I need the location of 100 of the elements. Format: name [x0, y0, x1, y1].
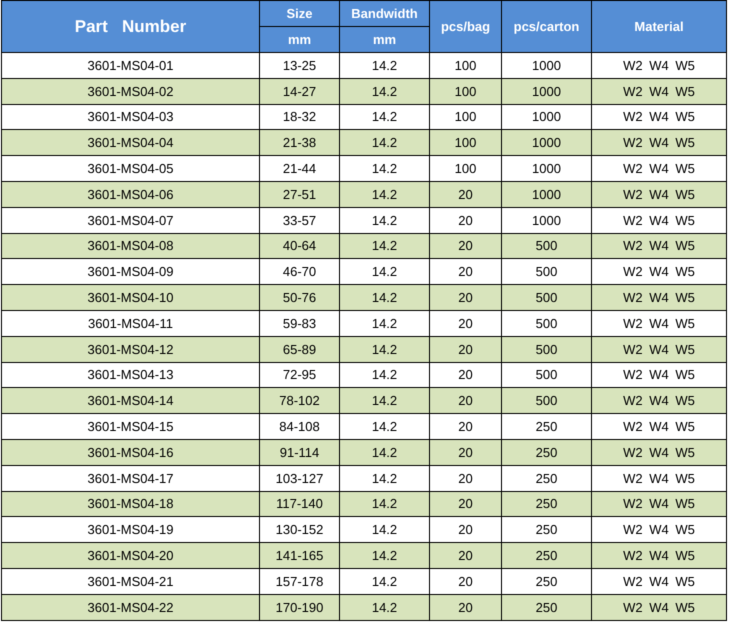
table-cell: 3601-MS04-01: [2, 52, 260, 78]
table-cell: 250: [502, 542, 592, 568]
table-cell: 500: [502, 284, 592, 310]
table-cell: 3601-MS04-10: [2, 284, 260, 310]
table-cell: 250: [502, 414, 592, 440]
table-cell: 3601-MS04-03: [2, 104, 260, 130]
table-cell: W2 W4 W5: [592, 542, 726, 568]
table-cell: 3601-MS04-09: [2, 258, 260, 285]
table-cell: 3601-MS04-08: [2, 233, 260, 259]
table-cell: 1000: [502, 207, 592, 234]
table-cell: 3601-MS04-02: [2, 78, 260, 104]
table-cell: W2 W4 W5: [592, 491, 726, 517]
table-cell: 50-76: [260, 284, 340, 310]
table-cell: 14.2: [340, 465, 430, 492]
table-cell: 20: [430, 439, 502, 466]
table-cell: 3601-MS04-22: [2, 594, 260, 620]
table-cell: 14.2: [340, 594, 430, 620]
table-cell: 14.2: [340, 207, 430, 234]
table-cell: 14.2: [340, 568, 430, 594]
table-cell: 1000: [502, 104, 592, 130]
column-header: Bandwidth: [340, 0, 430, 26]
table-cell: 59-83: [260, 310, 340, 336]
table-cell: 20: [430, 568, 502, 594]
table-cell: 20: [430, 336, 502, 362]
column-header: Material: [592, 0, 726, 52]
table-cell: 14.2: [340, 78, 430, 104]
table-cell: 18-32: [260, 104, 340, 130]
table-cell: 1000: [502, 181, 592, 208]
table-cell: 103-127: [260, 465, 340, 492]
table-cell: 20: [430, 491, 502, 517]
table-cell: 20: [430, 542, 502, 568]
table-cell: W2 W4 W5: [592, 362, 726, 388]
table-cell: 65-89: [260, 336, 340, 362]
table-cell: W2 W4 W5: [592, 465, 726, 492]
column-header: pcs/bag: [430, 0, 502, 52]
table-cell: 3601-MS04-11: [2, 310, 260, 336]
table-cell: 500: [502, 233, 592, 259]
table-cell: 250: [502, 594, 592, 620]
table-cell: 500: [502, 388, 592, 414]
table-cell: 14.2: [340, 542, 430, 568]
table-cell: 78-102: [260, 388, 340, 414]
table-cell: 3601-MS04-20: [2, 542, 260, 568]
table-cell: 157-178: [260, 568, 340, 594]
table-cell: 14.2: [340, 156, 430, 182]
table-cell: 21-38: [260, 130, 340, 156]
table-cell: W2 W4 W5: [592, 52, 726, 78]
table-cell: 3601-MS04-06: [2, 181, 260, 208]
table-cell: W2 W4 W5: [592, 310, 726, 336]
column-header: Size: [260, 0, 340, 26]
table-cell: 14.2: [340, 258, 430, 285]
table-cell: W2 W4 W5: [592, 104, 726, 130]
table-cell: 3601-MS04-19: [2, 516, 260, 543]
table-cell: 20: [430, 207, 502, 234]
table-cell: 1000: [502, 52, 592, 78]
table-cell: 100: [430, 78, 502, 104]
table-cell: 14.2: [340, 362, 430, 388]
table-cell: 3601-MS04-05: [2, 156, 260, 182]
table-cell: W2 W4 W5: [592, 156, 726, 182]
table-cell: 14.2: [340, 181, 430, 208]
table-cell: 3601-MS04-15: [2, 414, 260, 440]
table-cell: 250: [502, 516, 592, 543]
column-header: pcs/carton: [502, 0, 592, 52]
table-cell: 20: [430, 258, 502, 285]
table-cell: 27-51: [260, 181, 340, 208]
table-cell: 14.2: [340, 104, 430, 130]
table-cell: W2 W4 W5: [592, 516, 726, 543]
table-cell: 14.2: [340, 414, 430, 440]
table-cell: 20: [430, 310, 502, 336]
table-cell: 500: [502, 336, 592, 362]
table-cell: 20: [430, 181, 502, 208]
table-cell: 100: [430, 52, 502, 78]
table-cell: 91-114: [260, 439, 340, 466]
table-cell: 1000: [502, 78, 592, 104]
table-cell: 117-140: [260, 491, 340, 517]
table-cell: 3601-MS04-16: [2, 439, 260, 466]
table-cell: W2 W4 W5: [592, 336, 726, 362]
table-cell: 250: [502, 568, 592, 594]
table-cell: 250: [502, 439, 592, 466]
table-cell: 14.2: [340, 52, 430, 78]
table-cell: 14-27: [260, 78, 340, 104]
table-cell: 20: [430, 284, 502, 310]
table-cell: 3601-MS04-04: [2, 130, 260, 156]
table-cell: 250: [502, 491, 592, 517]
table-cell: W2 W4 W5: [592, 594, 726, 620]
table-cell: 1000: [502, 130, 592, 156]
table-cell: W2 W4 W5: [592, 258, 726, 285]
table-cell: 46-70: [260, 258, 340, 285]
table-cell: 14.2: [340, 336, 430, 362]
table-cell: W2 W4 W5: [592, 388, 726, 414]
table-cell: 3601-MS04-07: [2, 207, 260, 234]
table-cell: 130-152: [260, 516, 340, 543]
table-cell: 20: [430, 465, 502, 492]
table-cell: 1000: [502, 156, 592, 182]
table-cell: 250: [502, 465, 592, 492]
column-header: Part Number: [2, 0, 260, 52]
table-cell: W2 W4 W5: [592, 181, 726, 208]
table-cell: 141-165: [260, 542, 340, 568]
table-cell: 20: [430, 233, 502, 259]
table-cell: 84-108: [260, 414, 340, 440]
table-cell: 500: [502, 258, 592, 285]
